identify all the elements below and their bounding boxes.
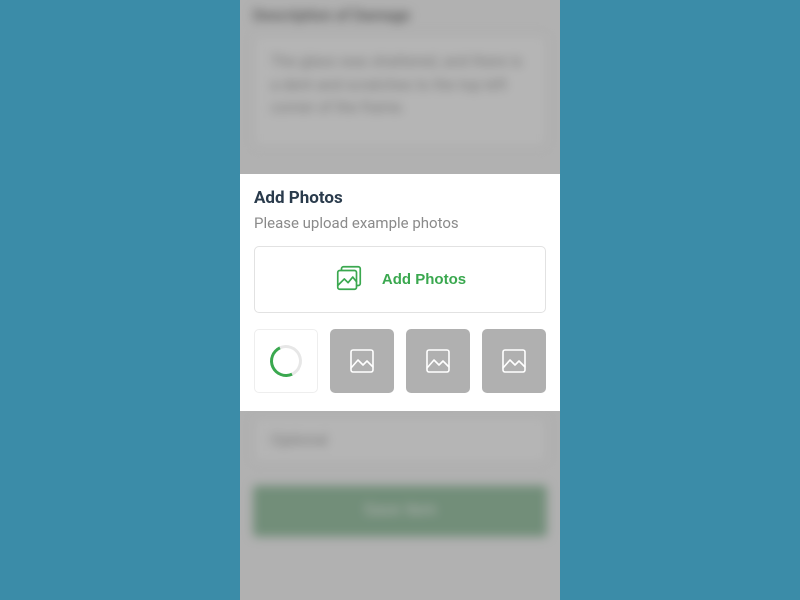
save-item-button[interactable]: Save Item — [253, 486, 547, 537]
web-address-input[interactable] — [253, 416, 547, 463]
photo-thumbnails-row — [254, 329, 546, 393]
spinner-icon — [265, 340, 306, 381]
modal-subtitle: Please upload example photos — [254, 214, 546, 232]
photo-slot-loading[interactable] — [254, 329, 318, 393]
photo-slot-placeholder[interactable] — [482, 329, 546, 393]
photo-slot-placeholder[interactable] — [330, 329, 394, 393]
description-label: Description of Damage — [253, 6, 547, 24]
description-textarea[interactable]: The glass was shattered, and there is a … — [253, 35, 547, 147]
photo-slot-placeholder[interactable] — [406, 329, 470, 393]
photo-icon — [334, 263, 364, 296]
photo-icon — [500, 347, 528, 375]
add-photos-button-label: Add Photos — [382, 271, 466, 288]
add-photos-button[interactable]: Add Photos — [254, 246, 546, 313]
photo-icon — [424, 347, 452, 375]
add-photos-modal: Add Photos Please upload example photos … — [240, 174, 560, 411]
photo-icon — [348, 347, 376, 375]
modal-title: Add Photos — [254, 188, 546, 208]
